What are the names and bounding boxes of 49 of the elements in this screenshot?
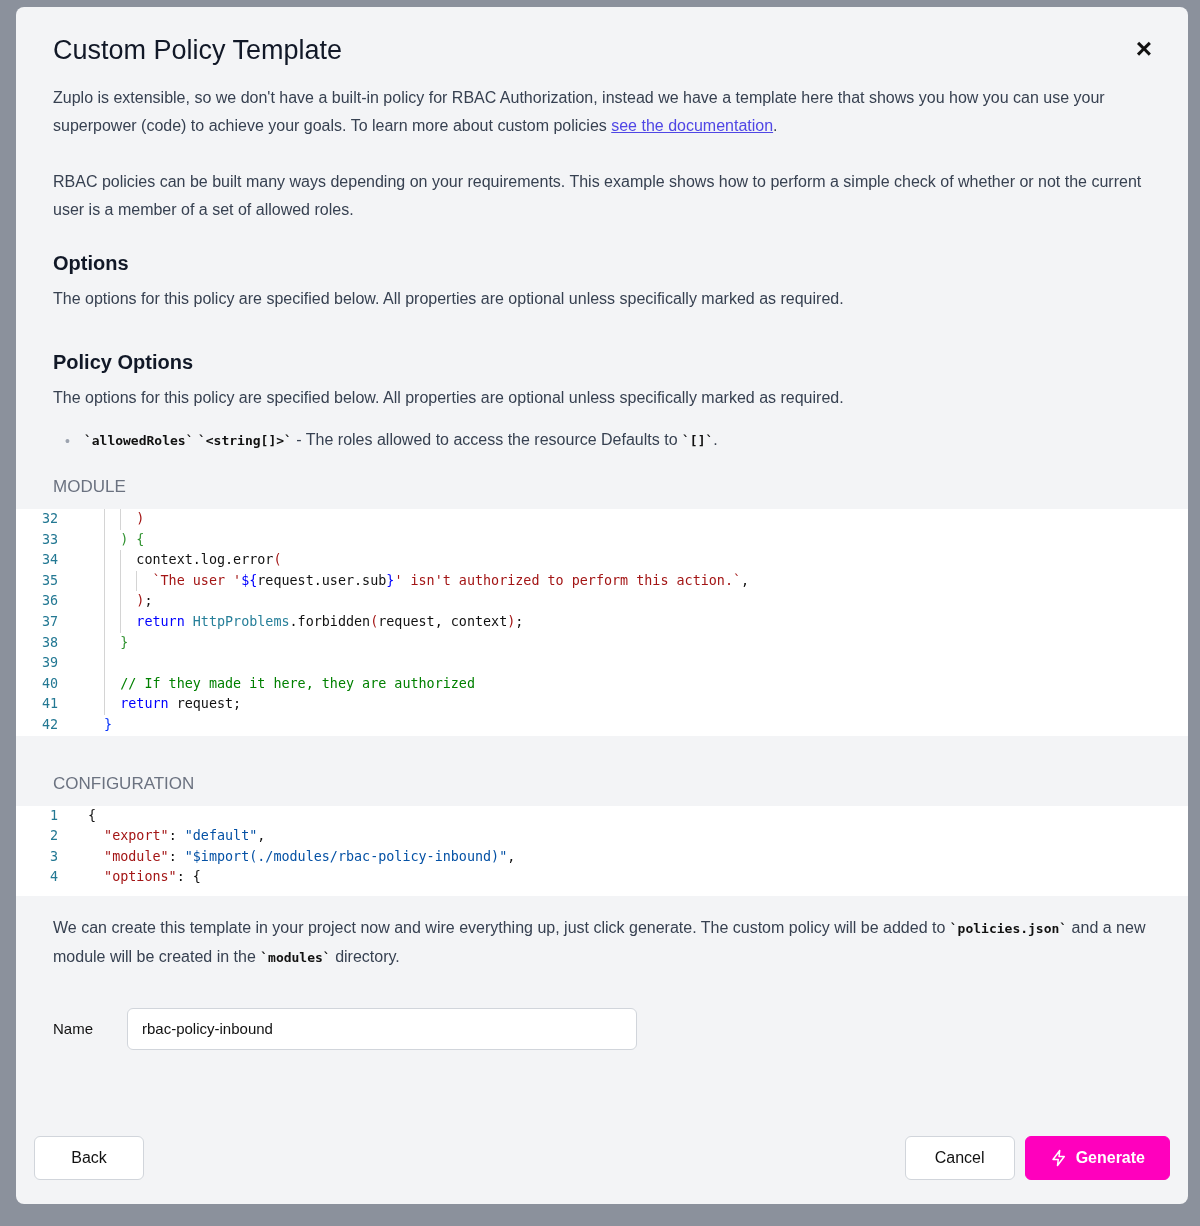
line-number: 34 xyxy=(40,551,58,570)
cancel-button[interactable]: Cancel xyxy=(904,1136,1015,1180)
line-number: 2 xyxy=(48,827,58,846)
code-line: return HttpProblems.forbidden(request, context); xyxy=(88,611,524,633)
generate-button[interactable]: Generate xyxy=(1024,1136,1170,1180)
code-line: return request; xyxy=(88,694,242,715)
code-line: context.log.error( xyxy=(88,550,282,571)
option-item: `allowedRoles` `<string[]>` - The roles allowed to access the resource Defaults to `[]`. xyxy=(83,430,718,450)
section-heading: Policy Options xyxy=(53,351,195,374)
code-line: ); xyxy=(88,591,153,612)
code-line: "module": "$import(./modules/rbac-policy-inbound)", xyxy=(103,847,516,866)
code-line: } xyxy=(88,632,129,654)
line-number: 36 xyxy=(40,592,58,611)
code-line: ) { xyxy=(88,529,145,551)
code-line: "export": "default", xyxy=(103,827,266,846)
dialog-title: Custom Policy Template xyxy=(53,35,343,66)
paragraph: We can create this template in your project now and wire everything up, just click generate. The custom policy will be added to `policies.json` and a new module will be created in the `modules` directory. xyxy=(53,917,1147,967)
name-field[interactable]: rbac-policy-inbound xyxy=(127,1007,637,1050)
line-number: 39 xyxy=(40,654,58,673)
section-label: MODULE xyxy=(52,476,127,498)
line-number: 3 xyxy=(48,847,58,866)
field-label: Name xyxy=(53,1020,94,1038)
paragraph: RBAC policies can be built many ways depending on your requirements. This example shows how to perform a simple check of whether or not the current user is a member of a set of allowed roles. xyxy=(53,172,1143,220)
bullet: • xyxy=(65,431,70,451)
code-line: { xyxy=(88,806,97,825)
code-line: // If they made it here, they are authorized xyxy=(88,673,475,695)
section-heading: Options xyxy=(53,252,130,275)
paragraph: The options for this policy are specified below. All properties are optional unless specifically marked as required. xyxy=(53,289,845,309)
paragraph: Zuplo is extensible, so we don't have a built-in policy for RBAC Authorization, instead we have a template here that shows you how you can use your superpower (code) to achieve your goals. To learn more about custom policies see the documentation. xyxy=(53,88,1106,136)
line-number: 40 xyxy=(40,674,58,693)
lightning-icon xyxy=(1049,1149,1068,1167)
code-line: `The user '${request.user.sub}' isn't authorized to perform this action.`, xyxy=(88,570,750,592)
line-number: 37 xyxy=(40,612,58,631)
line-number: 4 xyxy=(48,868,58,887)
line-number: 35 xyxy=(40,571,58,590)
line-number: 42 xyxy=(40,715,58,734)
code-line: "options": { xyxy=(103,868,201,887)
line-number: 32 xyxy=(40,510,58,528)
back-button[interactable]: Back xyxy=(34,1136,144,1180)
line-number: 1 xyxy=(48,806,58,825)
section-label: CONFIGURATION xyxy=(52,772,196,795)
close-button[interactable]: × xyxy=(1127,35,1160,63)
code-line: } xyxy=(103,715,113,734)
documentation-link[interactable]: see the documentation xyxy=(611,117,774,134)
line-number: 38 xyxy=(40,633,58,652)
line-number: 41 xyxy=(40,695,58,714)
paragraph: The options for this policy are specified below. All properties are optional unless specifically marked as required. xyxy=(53,388,845,408)
line-number: 33 xyxy=(40,530,58,549)
code-line: ) xyxy=(88,509,145,530)
